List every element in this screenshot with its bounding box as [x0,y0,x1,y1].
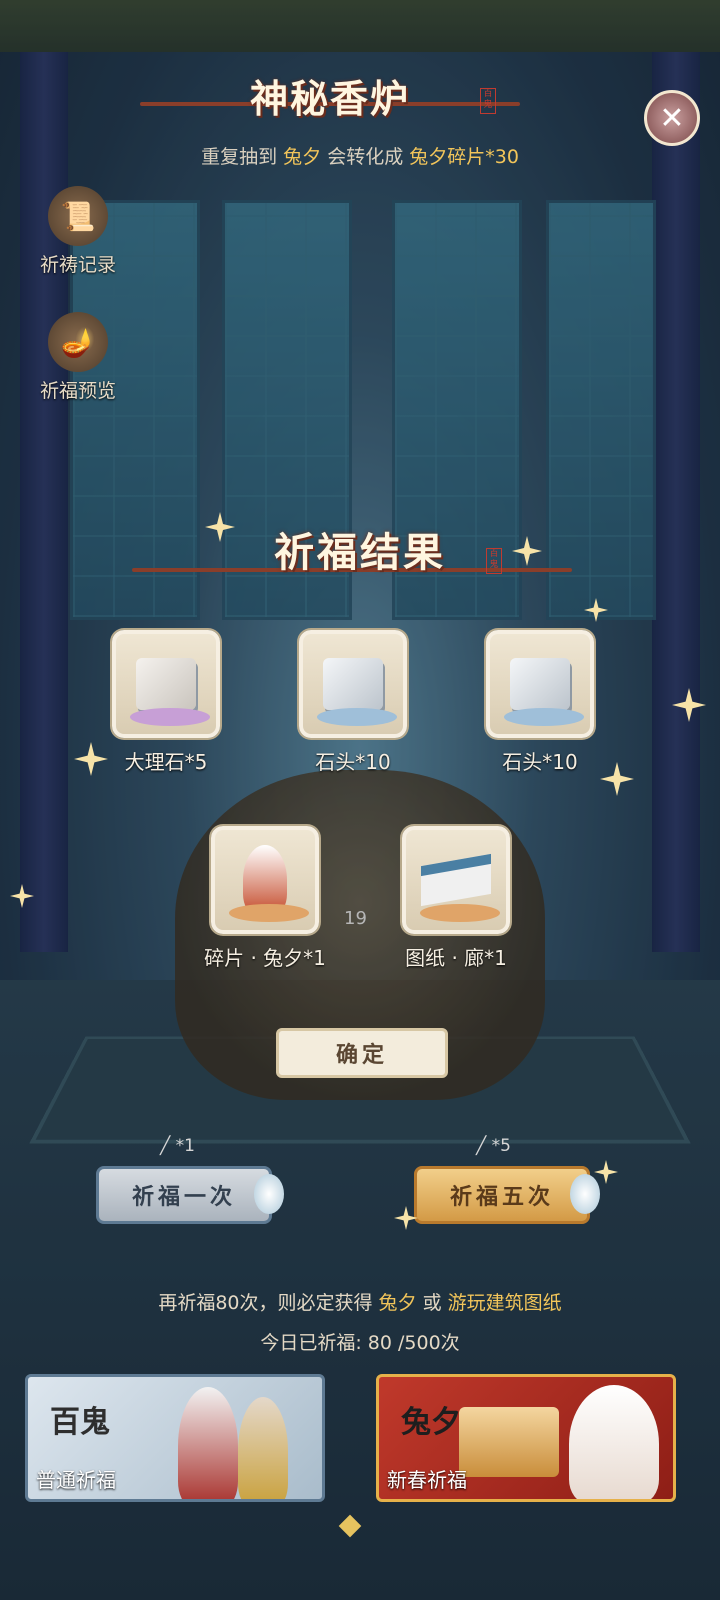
banner-label: 普通祈福 [36,1468,116,1492]
close-button[interactable]: ✕ [644,90,700,146]
game-screen: 神秘香炉 百鬼 ✕ 重复抽到 兔夕 会转化成 兔夕碎片*30 📜 祈祷记录 🪔 … [0,0,720,1600]
result-item[interactable]: 图纸 · 廊*1 [386,826,526,971]
spirit-flame-icon [570,1174,600,1214]
result-item[interactable]: 大理石*5 [96,630,236,775]
marble-icon [112,630,220,738]
prayer-preview-button[interactable]: 🪔 祈福预览 [28,312,128,403]
result-seal: 百鬼 [486,548,502,574]
duplicate-notice: 重复抽到 兔夕 会转化成 兔夕碎片*30 [0,142,720,169]
notice-text: 会转化成 [327,146,404,168]
banner-label: 新春祈福 [387,1468,467,1492]
prayer-record-label: 祈祷记录 [39,254,116,276]
notice-item: 兔夕 [283,146,322,168]
today-count: 今日已祈福: 80 /500次 [260,1332,460,1354]
banner-title: 百鬼 [50,1405,110,1440]
pray-once-cost: ╱ *1 [160,1136,195,1156]
result-item-label: 图纸 · 廊*1 [405,946,507,970]
result-item-label: 大理石*5 [124,750,208,774]
pray-five-cost: ╱ *5 [476,1136,511,1156]
rabbit-character-figure [569,1385,659,1499]
confirm-button[interactable]: 确定 [276,1028,448,1078]
character-figure [178,1387,238,1499]
result-item[interactable]: 石头*10 [283,630,423,775]
prayer-preview-label: 祈福预览 [39,380,116,402]
result-item-label: 石头*10 [315,750,391,774]
rabbit-shard-icon [211,826,319,934]
building-illustration [459,1407,559,1477]
close-icon: ✕ [659,100,685,136]
prayer-record-button[interactable]: 📜 祈祷记录 [28,186,128,277]
result-item[interactable]: 碎片 · 兔夕*1 [195,826,335,971]
pray-five-button[interactable]: 祈福五次 [414,1166,590,1224]
stone-icon [486,630,594,738]
title-seal: 百鬼 [480,88,496,114]
notice-result: 兔夕碎片*30 [409,146,519,168]
page-title: 神秘香炉 [250,76,411,121]
normal-pray-tab[interactable]: 百鬼 普通祈福 [25,1374,325,1502]
notice-text: 重复抽到 [201,146,278,168]
guarantee-text: 再祈福80次，则必定获得 兔夕 或 游玩建筑图纸 [158,1292,562,1314]
incense-stick-icon: ╱ [476,1136,487,1156]
result-item-label: 碎片 · 兔夕*1 [204,946,326,970]
banner-title: 兔夕 [401,1405,461,1440]
result-item[interactable]: 石头*10 [470,630,610,775]
incense-icon: 🪔 [48,312,108,372]
spirit-flame-icon [254,1174,284,1214]
incense-stick-icon: ╱ [160,1136,171,1156]
result-title: 祈福结果 [274,529,446,576]
character-figure [238,1397,288,1499]
result-item-label: 石头*10 [502,750,578,774]
scroll-icon: 📜 [48,186,108,246]
spring-pray-tab[interactable]: 兔夕 新春祈福 [376,1374,676,1502]
pray-once-button[interactable]: 祈福一次 [96,1166,272,1224]
hidden-count: 19 [344,908,367,929]
stone-icon [299,630,407,738]
blueprint-icon [402,826,510,934]
